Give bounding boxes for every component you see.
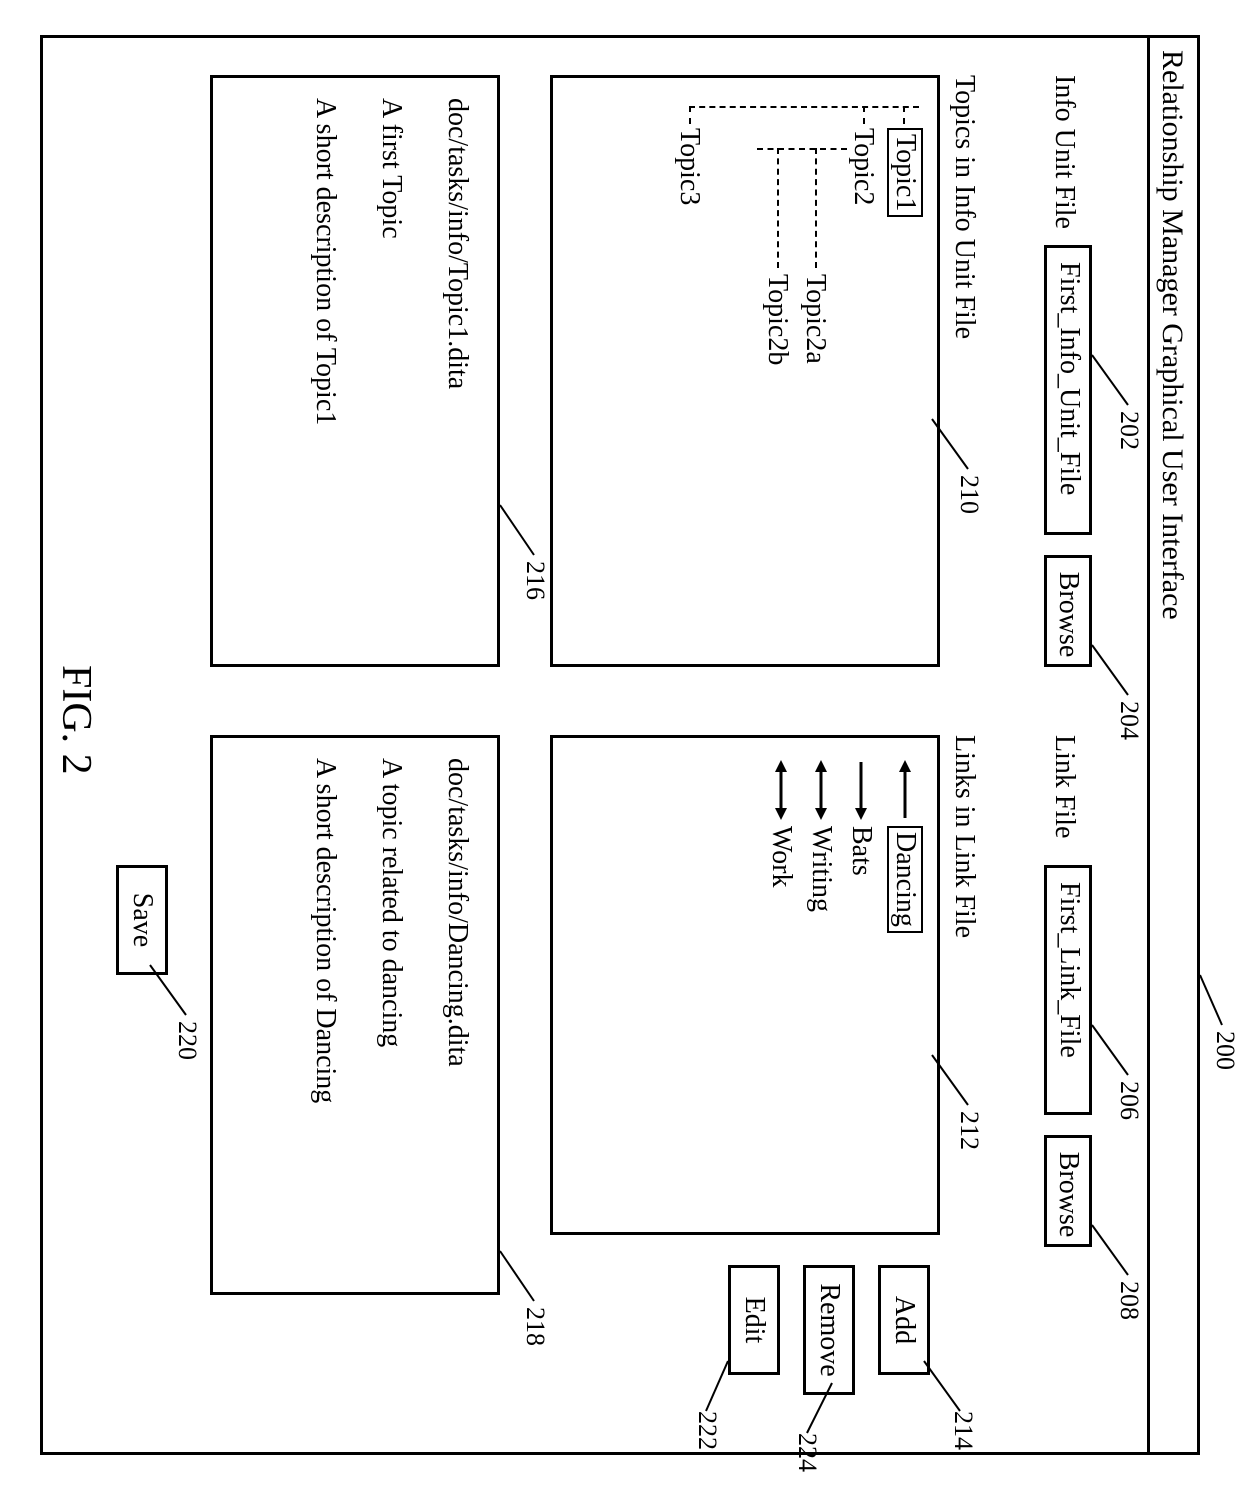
- links-list-header: Links in Link File: [948, 735, 980, 938]
- ref-216: 216: [520, 561, 550, 600]
- figure-label: FIG. 2: [52, 665, 100, 775]
- link-title: A topic related to dancing: [375, 758, 407, 1047]
- arrow-bidir-icon: [771, 760, 791, 820]
- topic-item-topic2b[interactable]: Topic2b: [761, 274, 793, 365]
- ref-212: 212: [954, 1111, 984, 1150]
- link-file-value: First_Link_File: [1054, 882, 1085, 1058]
- topic-details: doc/tasks/info/Topic1.dita A first Topic…: [210, 75, 500, 667]
- arrow-right-icon: [851, 760, 871, 820]
- ref-202: 202: [1114, 411, 1144, 450]
- ref-224: 224: [792, 1433, 822, 1472]
- link-item-bats[interactable]: Bats: [845, 826, 877, 876]
- ref-200: 200: [1210, 1031, 1240, 1070]
- topic-desc: A short description of Topic1: [309, 98, 341, 425]
- ref-206: 206: [1114, 1081, 1144, 1120]
- window-title: Relationship Manager Graphical User Inte…: [1156, 50, 1189, 620]
- save-button[interactable]: Save: [116, 865, 168, 975]
- link-file-label: Link File: [1048, 735, 1080, 838]
- info-unit-file-input[interactable]: First_Info_Unit_File: [1044, 245, 1092, 535]
- title-bar: Relationship Manager Graphical User Inte…: [1147, 38, 1197, 1452]
- info-unit-file-label: Info Unit File: [1048, 75, 1080, 229]
- link-details: doc/tasks/info/Dancing.dita A topic rela…: [210, 735, 500, 1295]
- ref-218: 218: [520, 1307, 550, 1346]
- topic-item-topic2a[interactable]: Topic2a: [799, 274, 831, 364]
- ref-208: 208: [1114, 1281, 1144, 1320]
- info-unit-file-value: First_Info_Unit_File: [1054, 262, 1085, 495]
- add-button[interactable]: Add: [878, 1265, 930, 1375]
- ref-210: 210: [954, 475, 984, 514]
- ref-220: 220: [172, 1021, 202, 1060]
- browse-info-button[interactable]: Browse: [1044, 555, 1092, 667]
- link-file-input[interactable]: First_Link_File: [1044, 865, 1092, 1115]
- topic-title: A first Topic: [375, 98, 407, 239]
- ref-204: 204: [1114, 701, 1144, 740]
- links-list[interactable]: Dancing Bats Writing Work: [550, 735, 940, 1235]
- ref-214: 214: [948, 1411, 978, 1450]
- ref-222: 222: [692, 1411, 722, 1450]
- link-item-work[interactable]: Work: [765, 826, 797, 888]
- topic-item-topic3[interactable]: Topic3: [673, 128, 705, 205]
- browse-link-button[interactable]: Browse: [1044, 1135, 1092, 1247]
- edit-button[interactable]: Edit: [728, 1265, 780, 1375]
- topics-list-header: Topics in Info Unit File: [948, 75, 980, 339]
- topic-path: doc/tasks/info/Topic1.dita: [441, 98, 473, 389]
- topics-list[interactable]: Topic1 Topic2 Topic2a Topic2b Topic3: [550, 75, 940, 667]
- link-item-writing[interactable]: Writing: [805, 826, 837, 912]
- arrow-bidir-icon: [811, 760, 831, 820]
- link-path: doc/tasks/info/Dancing.dita: [441, 758, 473, 1067]
- link-desc: A short description of Dancing: [309, 758, 341, 1103]
- arrow-left-icon: [895, 760, 915, 820]
- topic-item-topic2[interactable]: Topic2: [847, 128, 879, 205]
- remove-button[interactable]: Remove: [803, 1265, 855, 1395]
- topic-item-topic1[interactable]: Topic1: [887, 128, 923, 217]
- link-item-dancing[interactable]: Dancing: [887, 826, 923, 933]
